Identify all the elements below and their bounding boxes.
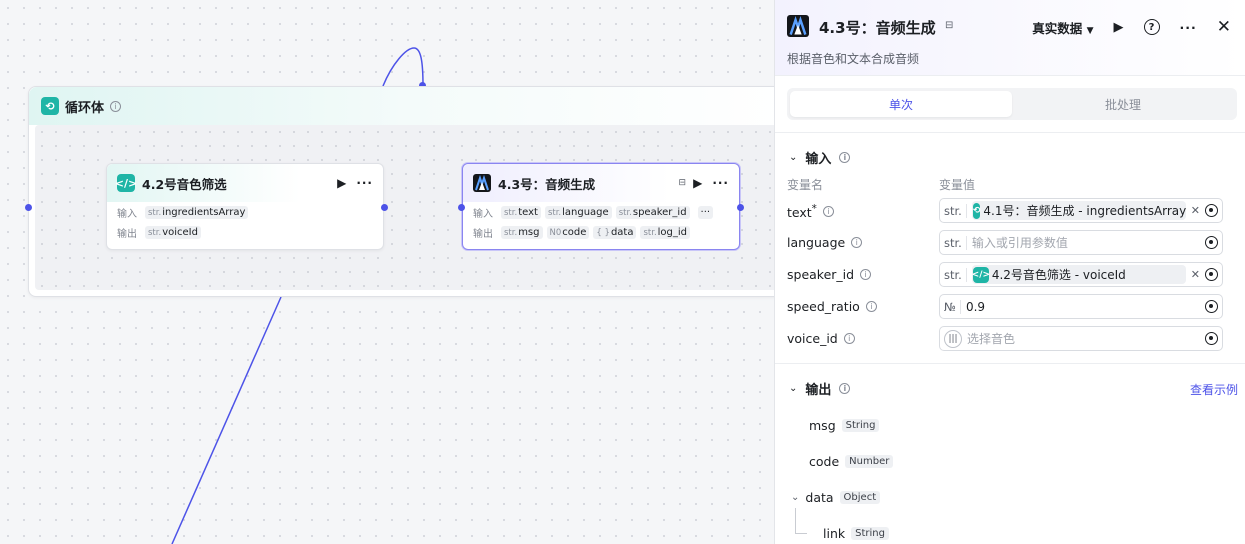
loop-title: 循环体: [65, 100, 105, 116]
input-section-header[interactable]: ⌄ 输入 i: [789, 148, 851, 167]
audio-input-port[interactable]: [458, 204, 465, 211]
expand-icon[interactable]: ⊟: [945, 20, 953, 31]
run-icon[interactable]: ▶: [693, 176, 702, 190]
run-icon[interactable]: ▶: [1114, 20, 1124, 35]
info-icon[interactable]: i: [860, 269, 872, 280]
reference-target-icon[interactable]: [1205, 332, 1218, 345]
panel-title: 4.3号：音频生成: [819, 19, 936, 37]
expand-icon[interactable]: ⊟: [679, 178, 687, 188]
run-mode-tabs: 单次 批处理: [787, 88, 1237, 120]
input-tag: str.ingredientsArray: [145, 205, 249, 219]
param-text-label: text* i: [787, 203, 834, 220]
column-header-value: 变量值: [939, 178, 976, 192]
node-title: 4.2号音色筛选: [142, 176, 227, 192]
more-inputs: ···: [697, 205, 714, 219]
variable-ref-chip: </> 4.2号音色筛选 - voiceId: [971, 265, 1186, 284]
tab-batch[interactable]: 批处理: [1012, 91, 1234, 117]
more-icon[interactable]: ···: [712, 176, 729, 190]
panel-description: 根据音色和文本合成音频: [787, 52, 920, 66]
divider: [775, 363, 1245, 364]
reference-target-icon[interactable]: [1205, 236, 1218, 249]
loop-header[interactable]: ⟲ 循环体 i: [29, 87, 787, 125]
loop-icon: ⟲: [972, 202, 981, 219]
audio-app-logo-icon: [787, 15, 809, 37]
param-voice-id-field[interactable]: ||| 选择音色: [939, 326, 1223, 351]
node-detail-panel: 4.3号：音频生成 ⊟ 真实数据 ▼ ▶ ? ··· ✕ 根据音色和文本合成音频…: [774, 0, 1245, 544]
chevron-down-icon: ⌄: [789, 383, 798, 394]
help-icon[interactable]: ?: [1143, 19, 1160, 35]
chevron-down-icon: ▼: [1086, 25, 1094, 36]
run-icon[interactable]: ▶: [337, 176, 346, 190]
voice-wave-icon: |||: [944, 329, 962, 348]
close-icon[interactable]: ✕: [1217, 17, 1231, 37]
more-icon[interactable]: ···: [1180, 20, 1197, 35]
param-speaker-id-field[interactable]: str. </> 4.2号音色筛选 - voiceId ✕: [939, 262, 1223, 287]
tab-single[interactable]: 单次: [790, 91, 1012, 117]
param-language-label: language i: [787, 235, 863, 250]
node-input-row: 输入 str.ingredientsArray: [107, 202, 383, 222]
code-icon: </>: [972, 266, 990, 283]
audio-output-port[interactable]: [737, 204, 744, 211]
param-text-field[interactable]: str. ⟲ 4.1号：音频生成 - ingredientsArray ✕: [939, 198, 1223, 223]
panel-header: 4.3号：音频生成 ⊟ 真实数据 ▼ ▶ ? ··· ✕ 根据音色和文本合成音频: [775, 0, 1245, 76]
chevron-down-icon: ⌄: [791, 492, 800, 503]
info-icon[interactable]: i: [822, 206, 834, 218]
tree-line: [795, 508, 807, 534]
divider: [775, 132, 1245, 133]
audio-app-logo-icon: [473, 174, 491, 192]
output-item: link String: [823, 526, 889, 541]
info-icon[interactable]: i: [839, 152, 851, 163]
reference-target-icon[interactable]: [1205, 204, 1218, 217]
filter-output-port[interactable]: [381, 204, 388, 211]
chevron-down-icon: ⌄: [789, 152, 798, 163]
code-icon: </>: [115, 174, 137, 192]
info-icon[interactable]: i: [110, 100, 122, 112]
wire-up-loop: [382, 47, 424, 87]
param-speaker-id-label: speaker_id i: [787, 267, 872, 282]
node-voice-filter[interactable]: </> 4.2号音色筛选 ▶ ··· 输入 str.ingredientsArr…: [106, 163, 384, 250]
data-mode-select[interactable]: 真实数据 ▼: [1032, 18, 1093, 37]
more-icon[interactable]: ···: [356, 176, 373, 190]
reference-target-icon[interactable]: [1205, 268, 1218, 281]
loop-input-port[interactable]: [25, 204, 32, 211]
column-header-name: 变量名: [787, 178, 824, 192]
info-icon[interactable]: i: [851, 237, 863, 248]
node-output-row: 输出 str.voiceId: [107, 222, 383, 242]
info-icon[interactable]: i: [843, 333, 855, 344]
clear-icon[interactable]: ✕: [1191, 204, 1200, 217]
output-item: code Number: [809, 454, 894, 469]
view-example-link[interactable]: 查看示例: [1190, 381, 1238, 398]
node-output-row: 输出 str.msg N0code { }data str.log_id: [463, 222, 739, 242]
param-language-field[interactable]: str. 输入或引用参数值: [939, 230, 1223, 255]
node-audio-gen[interactable]: 4.3号：音频生成 ⊟ ▶ ··· 输入 str.text str.langua…: [462, 163, 740, 250]
loop-icon: ⟲: [41, 97, 59, 115]
param-speed-ratio-label: speed_ratio i: [787, 299, 877, 314]
info-icon[interactable]: i: [865, 301, 877, 312]
reference-target-icon[interactable]: [1205, 300, 1218, 313]
output-item[interactable]: ⌄ data Object: [791, 490, 881, 505]
param-voice-id-label: voice_id i: [787, 331, 855, 346]
output-item: msg String: [809, 418, 880, 433]
output-section-header[interactable]: ⌄ 输出 i: [789, 379, 851, 398]
variable-ref-chip: ⟲ 4.1号：音频生成 - ingredientsArray: [971, 201, 1186, 220]
output-tag: str.voiceId: [145, 225, 201, 239]
node-input-row: 输入 str.text str.language str.speaker_id …: [463, 202, 739, 222]
clear-icon[interactable]: ✕: [1191, 268, 1200, 281]
param-speed-ratio-field[interactable]: № 0.9: [939, 294, 1223, 319]
info-icon[interactable]: i: [839, 383, 851, 394]
wire-diagonal: [171, 296, 282, 544]
